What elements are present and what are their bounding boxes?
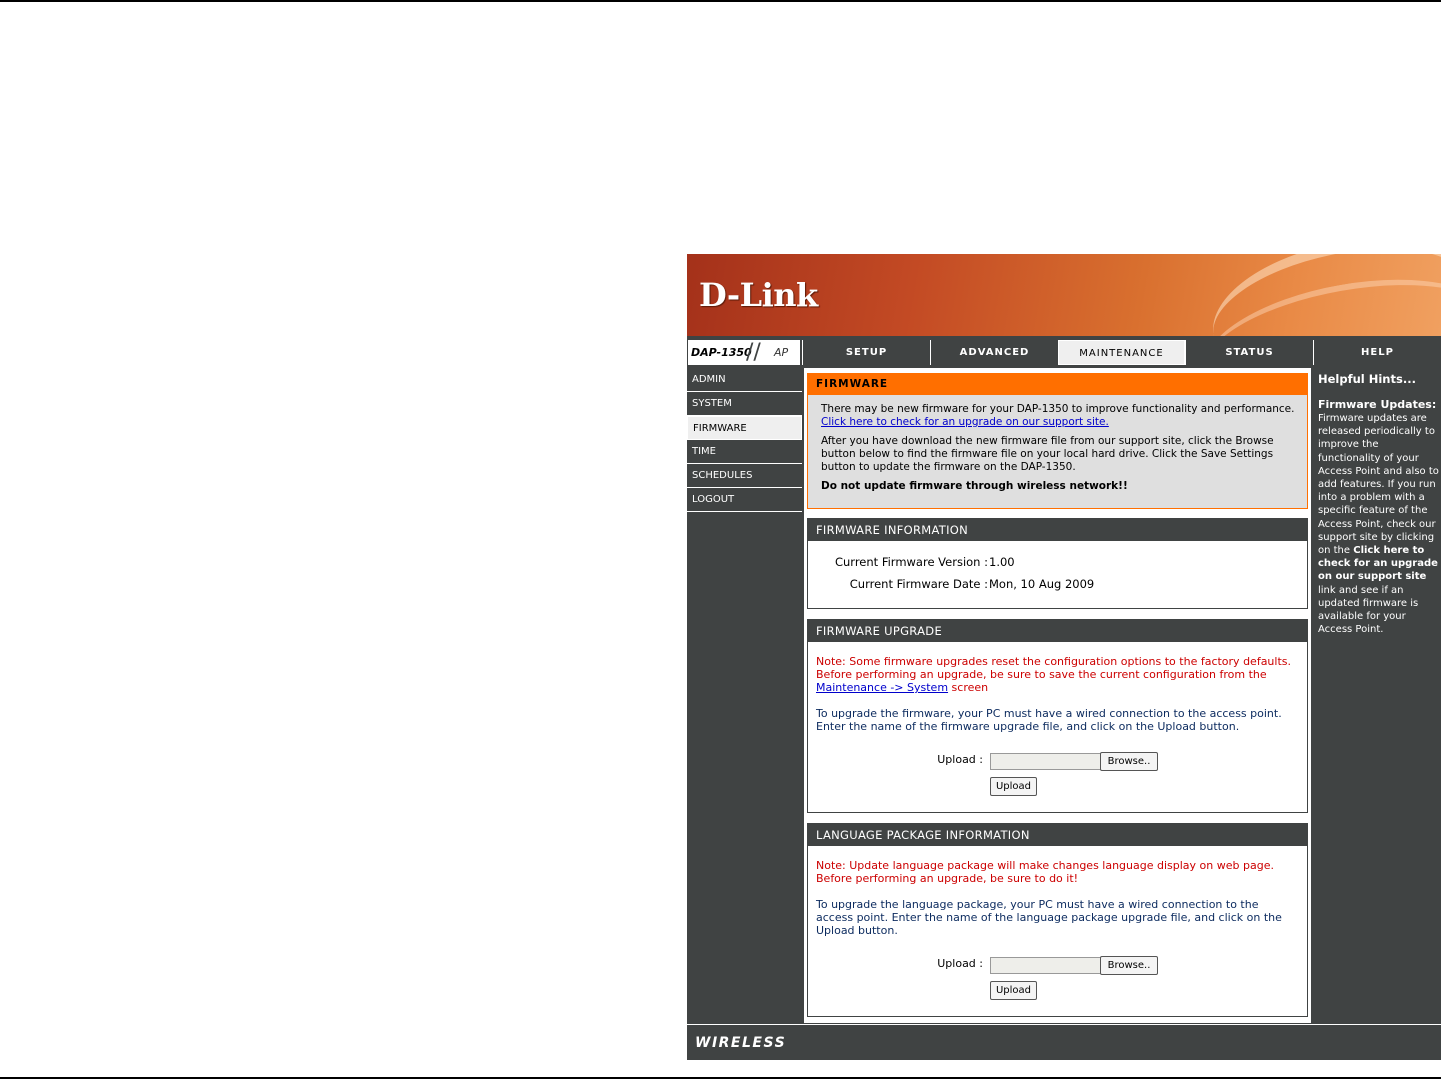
tab-setup[interactable]: SETUP (802, 340, 930, 365)
upgrade-instructions: To upgrade the firmware, your PC must ha… (816, 707, 1282, 733)
help-text-1: Firmware updates are released periodical… (1318, 413, 1439, 557)
upgrade-note-end: screen (951, 681, 989, 694)
maintenance-system-link[interactable]: Maintenance -> System (816, 681, 948, 694)
tab-advanced[interactable]: ADVANCED (930, 340, 1058, 365)
wireless-logo: WIRELESS (695, 1035, 787, 1051)
language-package-section: LANGUAGE PACKAGE INFORMATION Note: Updat… (807, 823, 1308, 1017)
firmware-upgrade-section: FIRMWARE UPGRADE Note: Some firmware upg… (807, 619, 1308, 813)
language-file-input[interactable] (990, 957, 1101, 974)
model-divider-icon: // (746, 340, 761, 365)
tab-help[interactable]: HELP (1313, 340, 1441, 365)
firmware-date-value: Mon, 10 Aug 2009 (989, 577, 1095, 591)
model-mode: AP (774, 346, 789, 359)
firmware-instructions: After you have download the new firmware… (821, 435, 1274, 473)
main-content: FIRMWARE There may be new firmware for y… (804, 368, 1311, 1023)
left-menu: ADMIN SYSTEM FIRMWARE TIME SCHEDULES LOG… (687, 368, 802, 512)
browse-button[interactable]: Browse.. (1100, 956, 1158, 975)
upload-label: Upload : (937, 753, 983, 766)
model-badge: DAP-1350 // AP (688, 340, 800, 365)
model-name: DAP-1350 (691, 346, 752, 359)
support-site-link[interactable]: Click here to check for an upgrade on ou… (821, 416, 1109, 428)
top-nav: DAP-1350 // AP SETUP ADVANCED MAINTENANC… (687, 339, 1441, 366)
upload-label: Upload : (937, 957, 983, 970)
firmware-version-value: 1.00 (989, 555, 1015, 569)
help-title: Helpful Hints... (1318, 372, 1416, 386)
top-rule (0, 0, 1441, 2)
browse-button[interactable]: Browse.. (1100, 752, 1158, 771)
menu-item-admin[interactable]: ADMIN (687, 368, 802, 392)
menu-item-firmware[interactable]: FIRMWARE (687, 416, 802, 440)
menu-item-logout[interactable]: LOGOUT (687, 488, 802, 512)
tab-status[interactable]: STATUS (1185, 340, 1313, 365)
section-title: FIRMWARE INFORMATION (808, 519, 1307, 541)
wireless-warning: Do not update firmware through wireless … (821, 480, 1128, 492)
router-admin-page: D-Link DAP-1350 // AP SETUP ADVANCED MAI… (687, 254, 1441, 1060)
language-instructions: To upgrade the language package, your PC… (816, 898, 1282, 937)
firmware-version-label: Current Firmware Version : (834, 555, 988, 569)
help-text: Firmware updates are released periodical… (1318, 412, 1440, 636)
section-title: LANGUAGE PACKAGE INFORMATION (808, 824, 1307, 846)
upload-button[interactable]: Upload (990, 777, 1037, 796)
language-note: Note: Update language package will make … (816, 859, 1274, 885)
firmware-section: FIRMWARE There may be new firmware for y… (807, 373, 1308, 509)
help-subtitle: Firmware Updates: (1318, 398, 1437, 411)
menu-item-system[interactable]: SYSTEM (687, 392, 802, 416)
section-title: FIRMWARE UPGRADE (808, 620, 1307, 642)
menu-item-time[interactable]: TIME (687, 440, 802, 464)
bottom-rule (0, 1077, 1441, 1079)
upgrade-note: Note: Some firmware upgrades reset the c… (808, 655, 1307, 694)
upgrade-note-text: Note: Some firmware upgrades reset the c… (816, 655, 1291, 681)
firmware-date-label: Current Firmware Date : (849, 577, 988, 591)
dlink-logo: D-Link (699, 276, 818, 314)
footer-bar: WIRELESS (687, 1024, 1441, 1060)
header-banner: D-Link (687, 254, 1441, 336)
help-panel: Helpful Hints... Firmware Updates: Firmw… (1314, 368, 1441, 1023)
upload-button[interactable]: Upload (990, 981, 1037, 1000)
firmware-file-input[interactable] (990, 753, 1101, 770)
tab-maintenance[interactable]: MAINTENANCE (1058, 340, 1185, 365)
section-title: FIRMWARE (808, 374, 1307, 395)
firmware-information-section: FIRMWARE INFORMATION Current Firmware Ve… (807, 518, 1308, 609)
help-text-2: link and see if an updated firmware is a… (1318, 584, 1419, 636)
menu-item-schedules[interactable]: SCHEDULES (687, 464, 802, 488)
firmware-intro: There may be new firmware for your DAP-1… (821, 403, 1295, 415)
